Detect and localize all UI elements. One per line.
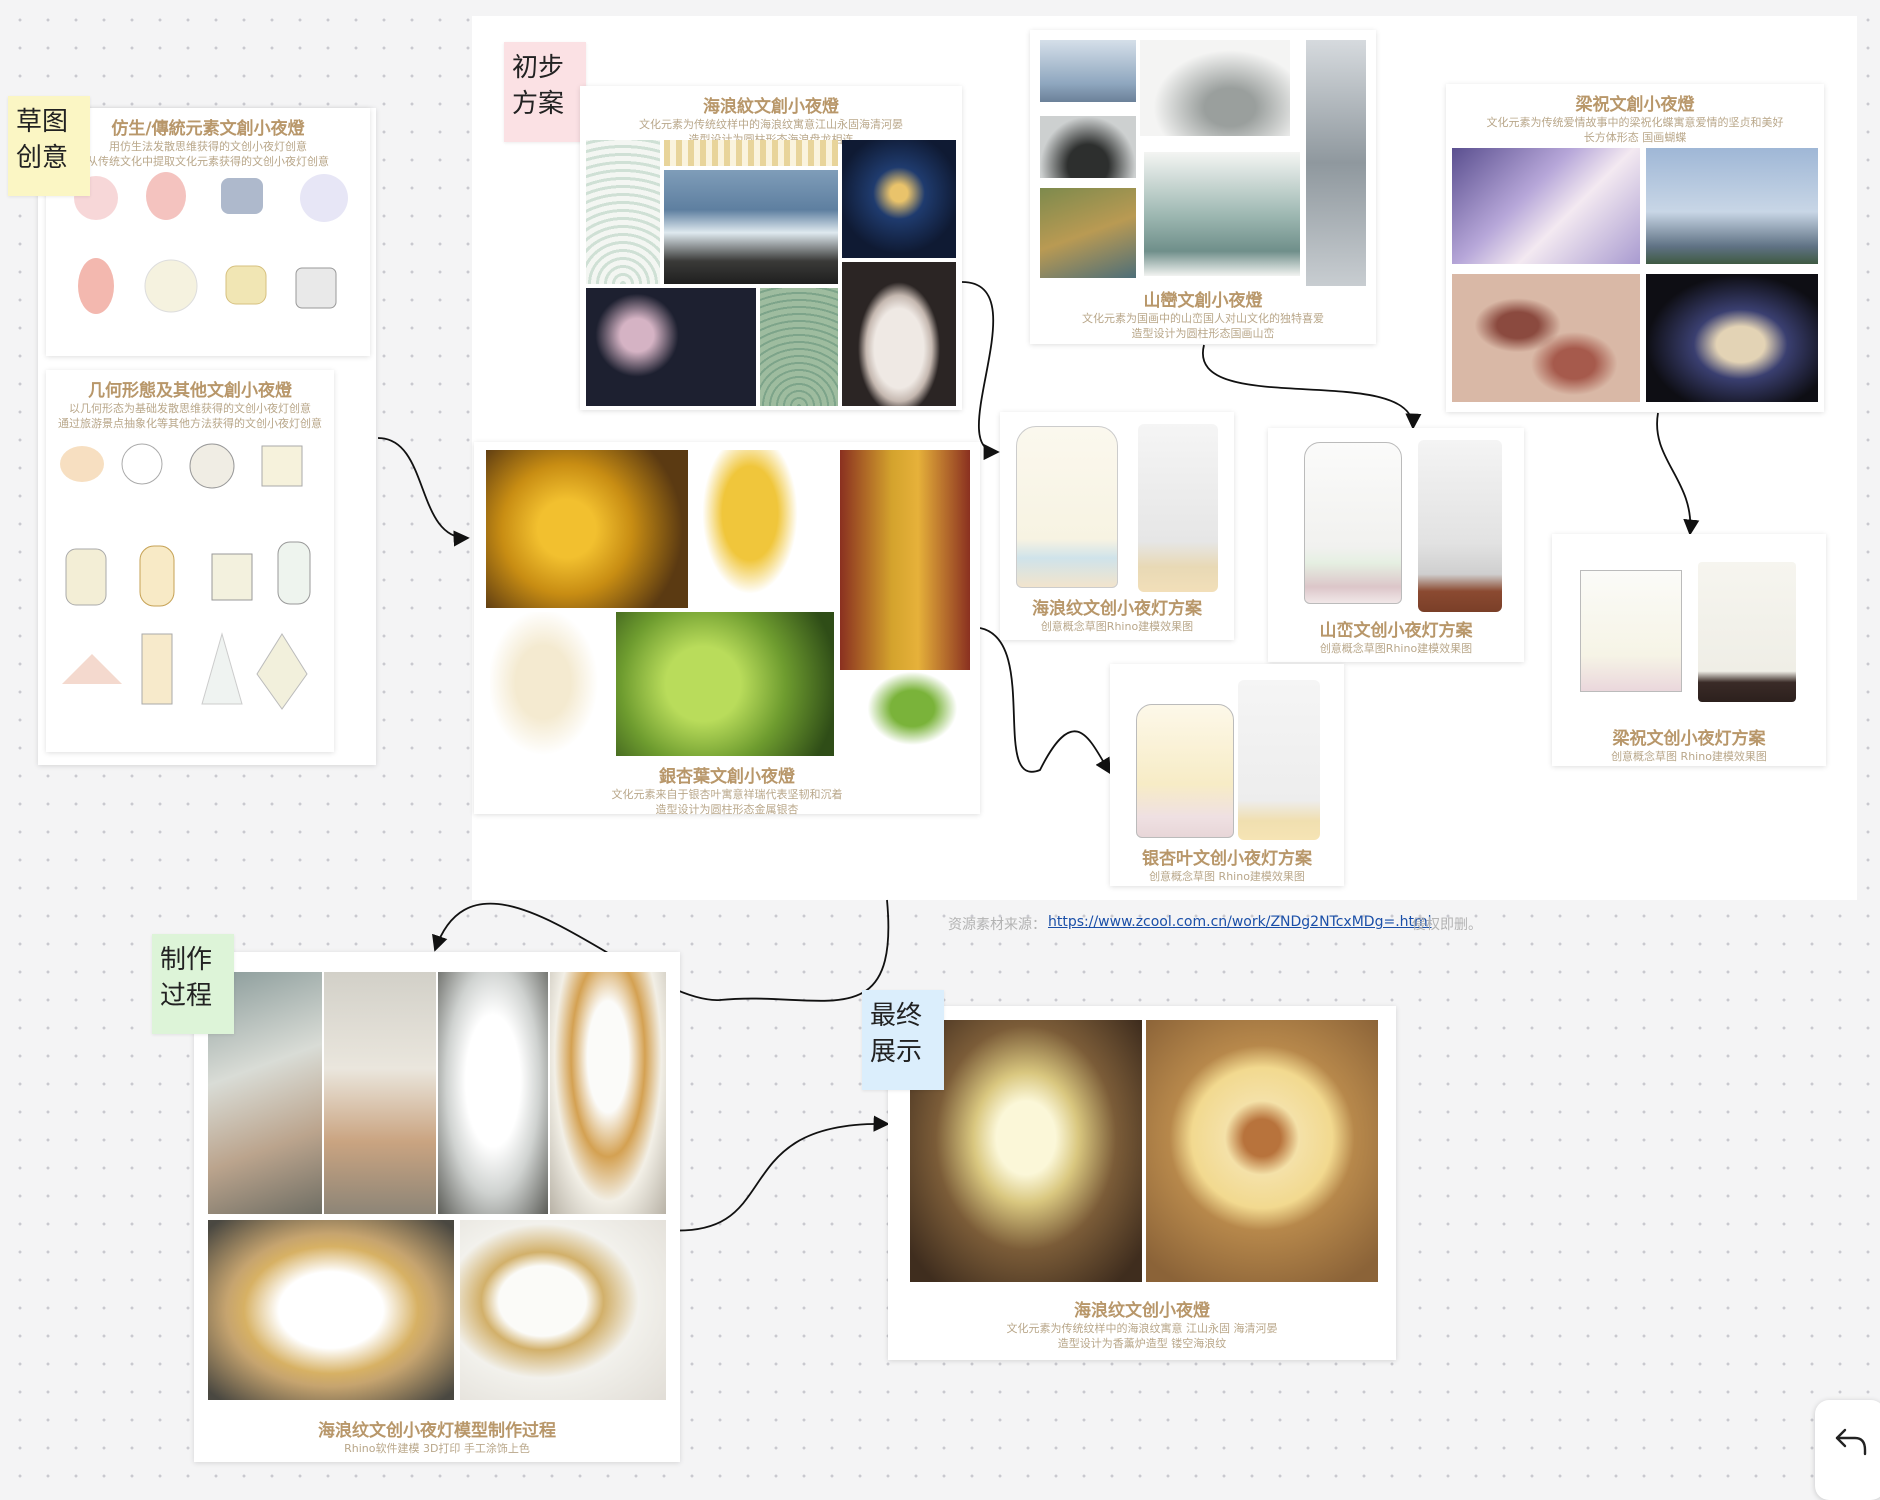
mountain-photo-2 <box>1040 116 1136 178</box>
liangzhu-desc-1: 文化元素为传统爱情故事中的梁祝化蝶寓意爱情的坚贞和美好 <box>1486 116 1784 129</box>
process-title: 海浪纹文创小夜灯模型制作过程 <box>318 1421 556 1441</box>
geometric-sketch-panel: 几何形態及其他文創小夜燈 以几何形态为基础发散思维获得的文创小夜灯创意 通过旅游… <box>46 370 334 752</box>
liangzhu-plan-desc: 创意概念草图 Rhino建模效果图 <box>1611 750 1767 763</box>
liangzhu-title: 梁祝文創小夜燈 <box>1575 95 1695 115</box>
mountain-scroll <box>1306 40 1366 286</box>
final-lamp-photo-2 <box>1146 1020 1378 1282</box>
sea-photo <box>664 170 838 284</box>
ginkgo-illustration <box>694 450 806 608</box>
ginkgo-desc-1: 文化元素来自于银杏叶寓意祥瑞代表坚韧和沉着 <box>611 788 843 801</box>
wave-plan-sketch <box>1016 426 1118 588</box>
sticky-initial-plan[interactable]: 初步 方案 <box>504 42 586 142</box>
green-wave-image <box>760 288 838 406</box>
wave-title: 海浪紋文創小夜燈 <box>703 97 839 117</box>
final-title: 海浪纹文创小夜燈 <box>1074 1301 1210 1321</box>
sticky-making-process[interactable]: 制作 过程 <box>152 934 234 1034</box>
process-photo-5 <box>208 1220 454 1400</box>
ginkgo-plan-render <box>1238 680 1320 840</box>
ginkgo-desc-2: 造型设计为圆柱形态金属银杏 <box>655 803 799 816</box>
mountain-plan-render <box>1418 440 1502 612</box>
ginkgo-title: 銀杏葉文創小夜燈 <box>659 767 795 787</box>
ginkgo-plan-sketch <box>1136 704 1234 838</box>
butterfly-sculpture-photo <box>1646 148 1818 264</box>
gold-wave-image <box>664 140 838 166</box>
ginkgo-plan-title: 银杏叶文创小夜灯方案 <box>1142 849 1312 869</box>
mountain-plan-card[interactable]: 山峦文创小夜灯方案 创意概念草图Rhino建模效果图 <box>1268 428 1524 662</box>
process-photo-6 <box>460 1220 666 1400</box>
final-showcase-card[interactable]: 海浪纹文创小夜燈 文化元素为传统纹样中的海浪纹寓意 江山永固 海清河晏 造型设计… <box>888 1006 1396 1360</box>
connector-liangzhu-to-plan <box>1656 412 1700 536</box>
geometric-sketches-image <box>60 443 311 710</box>
mountain-desc-1: 文化元素为国画中的山峦国人对山文化的独特喜爱 <box>1082 312 1324 325</box>
dark-embroidery-image <box>586 288 756 406</box>
liangzhu-desc-2: 长方体形态 国画蝴蝶 <box>1583 131 1687 144</box>
bionic-sketches-image <box>74 172 348 314</box>
source-suffix: 侵权即删。 <box>1412 917 1482 933</box>
embroidery-image <box>842 140 956 258</box>
mountain-plan-desc: 创意概念草图Rhino建模效果图 <box>1319 642 1473 655</box>
process-photo-3 <box>438 972 548 1214</box>
ginkgo-line-drawing <box>490 612 608 768</box>
wave-plan-card[interactable]: 海浪纹文创小夜灯方案 创意概念草图Rhino建模效果图 <box>1000 412 1234 640</box>
connector-mountain-to-plan <box>1202 344 1422 430</box>
undo-icon <box>1835 1428 1867 1456</box>
liangzhu-moodboard-card[interactable]: 梁祝文創小夜燈 文化元素为传统爱情故事中的梁祝化蝶寓意爱情的坚贞和美好 长方体形… <box>1446 84 1824 412</box>
source-link[interactable]: https://www.zcool.com.cn/work/ZNDg2NTcxM… <box>1048 914 1432 930</box>
mountain-ink-2 <box>1144 152 1300 276</box>
ginkgo-temple-photo <box>840 450 970 670</box>
connector-wave-to-plan <box>961 281 1000 461</box>
ginkgo-plan-desc: 创意概念草图 Rhino建模效果图 <box>1149 870 1305 883</box>
final-lamp-photo-1 <box>910 1020 1142 1282</box>
wave-plan-title: 海浪纹文创小夜灯方案 <box>1032 599 1202 619</box>
mountain-plan-title: 山峦文创小夜灯方案 <box>1319 621 1473 641</box>
mountain-painting-1 <box>1040 188 1136 278</box>
mountain-ink-1 <box>1140 40 1290 136</box>
source-label: 资源素材来源： <box>948 917 1046 933</box>
final-desc-2: 造型设计为香薰炉造型 镂空海浪纹 <box>1057 1337 1227 1350</box>
mountain-desc-2: 造型设计为圆柱形态国画山峦 <box>1131 327 1275 340</box>
liangzhu-plan-render <box>1698 562 1796 702</box>
dance-performance-photo <box>1646 274 1818 402</box>
wave-plan-render <box>1138 424 1218 592</box>
wave-pattern-image <box>586 140 660 284</box>
final-desc-1: 文化元素为传统纹样中的海浪纹寓意 江山永固 海清河晏 <box>1006 1322 1278 1335</box>
process-photo-2 <box>324 972 436 1214</box>
process-desc: Rhino软件建模 3D打印 手工涂饰上色 <box>344 1442 530 1455</box>
wave-plan-desc: 创意概念草图Rhino建模效果图 <box>1040 620 1194 633</box>
making-process-card[interactable]: 海浪纹文创小夜灯模型制作过程 Rhino软件建模 3D打印 手工涂饰上色 <box>194 952 680 1462</box>
butterfly-painting <box>1452 274 1640 402</box>
ginkgo-photo-1 <box>486 450 688 608</box>
sticky-final-display[interactable]: 最终 展示 <box>862 990 944 1090</box>
undo-button[interactable] <box>1815 1400 1880 1500</box>
connector-sketch-to-ginkgo <box>377 437 470 547</box>
bionic-desc-1: 用仿生法发散思维获得的文创小夜灯创意 <box>109 140 307 153</box>
geometric-title: 几何形態及其他文創小夜燈 <box>88 381 292 401</box>
wave-moodboard-card[interactable]: 海浪紋文創小夜燈 文化元素为传统纹样中的海浪纹寓意江山永固海清河晏 造型设计为圆… <box>580 86 962 410</box>
ginkgo-leaf-image <box>842 670 970 766</box>
sticky-sketch-ideas[interactable]: 草图 创意 <box>8 96 90 196</box>
mountain-title: 山巒文創小夜燈 <box>1143 291 1263 311</box>
ginkgo-green-photo <box>616 612 834 756</box>
process-photo-4 <box>550 972 666 1214</box>
liangzhu-plan-sketch <box>1580 570 1682 692</box>
mountain-moodboard-card[interactable]: 山巒文創小夜燈 文化元素为国画中的山峦国人对山文化的独特喜爱 造型设计为圆柱形态… <box>1030 30 1376 344</box>
bionic-desc-2: 从传统文化中提取文化元素获得的文创小夜灯创意 <box>87 155 329 168</box>
geometric-desc-2: 通过旅游景点抽象化等其他方法获得的文创小夜灯创意 <box>58 417 322 430</box>
porcelain-vase-image <box>842 262 956 406</box>
geometric-desc-1: 以几何形态为基础发散思维获得的文创小夜灯创意 <box>69 402 311 415</box>
bionic-sketch-panel: 仿生/傳統元素文創小夜燈 用仿生法发散思维获得的文创小夜灯创意 从传统文化中提取… <box>46 108 370 356</box>
wave-desc-1: 文化元素为传统纹样中的海浪纹寓意江山永固海清河晏 <box>639 118 903 131</box>
ginkgo-moodboard-card[interactable]: 銀杏葉文創小夜燈 文化元素来自于银杏叶寓意祥瑞代表坚韧和沉着 造型设计为圆柱形态… <box>474 442 980 816</box>
connector-making-to-final <box>663 1115 890 1232</box>
ginkgo-plan-card[interactable]: 银杏叶文创小夜灯方案 创意概念草图 Rhino建模效果图 <box>1110 664 1344 886</box>
liangzhu-plan-card[interactable]: 梁祝文创小夜灯方案 创意概念草图 Rhino建模效果图 <box>1552 534 1826 766</box>
mountain-photo-1 <box>1040 40 1136 102</box>
opera-performers-photo <box>1452 148 1640 264</box>
mountain-plan-sketch <box>1304 442 1402 604</box>
bionic-title: 仿生/傳統元素文創小夜燈 <box>111 119 305 139</box>
liangzhu-plan-title: 梁祝文创小夜灯方案 <box>1612 729 1766 749</box>
connector-ginkgo-to-plan <box>979 627 1111 775</box>
